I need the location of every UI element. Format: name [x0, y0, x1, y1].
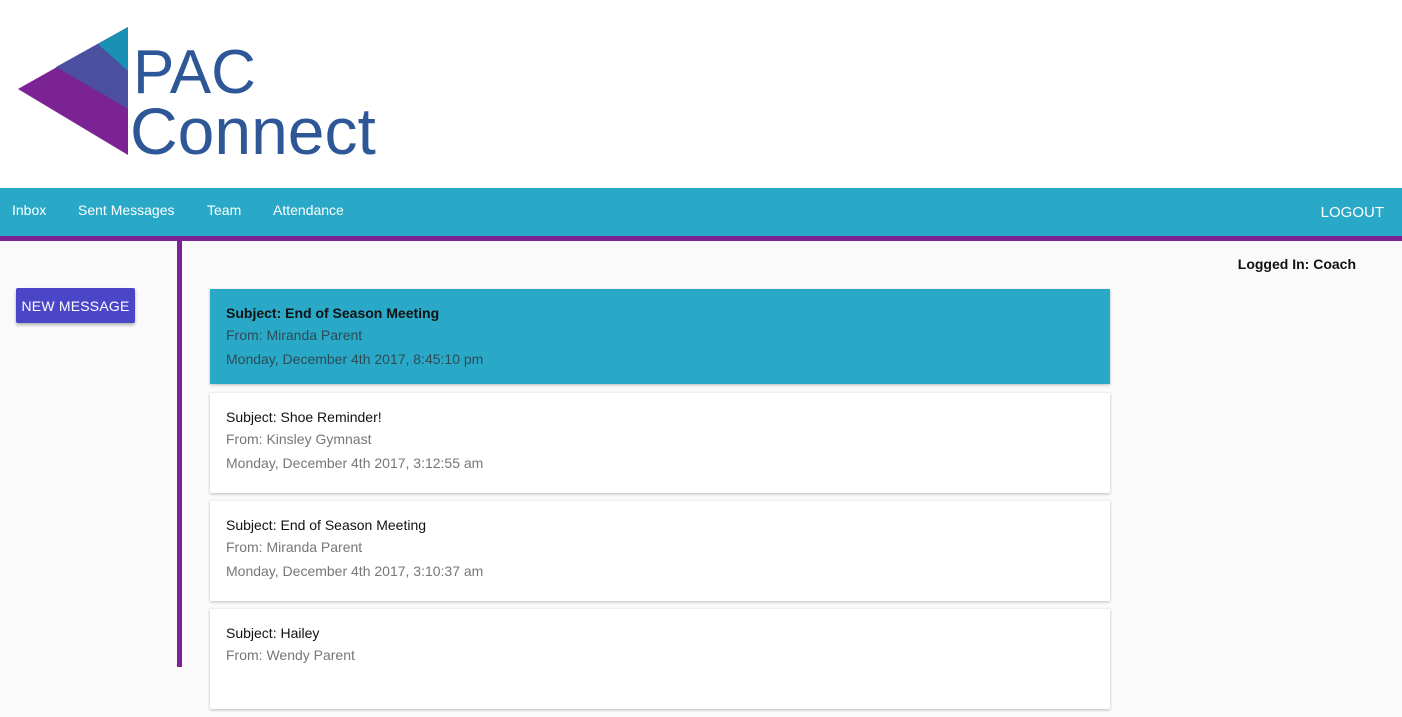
new-message-button[interactable]: NEW MESSAGE	[16, 288, 135, 323]
message-date: Monday, December 4th 2017, 3:12:55 am	[226, 455, 484, 471]
message-date: Monday, December 4th 2017, 8:45:10 pm	[226, 351, 484, 367]
nav-inbox[interactable]: Inbox	[12, 202, 46, 218]
nav-sent-messages[interactable]: Sent Messages	[78, 202, 175, 218]
top-nav: Inbox Sent Messages Team Attendance LOGO…	[0, 188, 1402, 236]
message-item[interactable]: Subject: Shoe Reminder! From: Kinsley Gy…	[210, 393, 1110, 493]
nav-team[interactable]: Team	[207, 202, 241, 218]
message-sender: From: Kinsley Gymnast	[226, 431, 372, 447]
header: PAC Connect	[0, 0, 1402, 188]
logged-in-status: Logged In: Coach	[1237, 256, 1356, 272]
message-item[interactable]: Subject: End of Season Meeting From: Mir…	[210, 289, 1110, 384]
nav-border	[0, 236, 1402, 241]
message-date: Monday, December 4th 2017, 3:10:37 am	[226, 563, 484, 579]
message-item[interactable]: Subject: End of Season Meeting From: Mir…	[210, 501, 1110, 601]
pac-connect-logo[interactable]: PAC Connect	[18, 27, 438, 168]
logout-button[interactable]: LOGOUT	[1321, 204, 1384, 221]
message-subject: Subject: Shoe Reminder!	[226, 409, 382, 425]
message-sender: From: Miranda Parent	[226, 327, 363, 343]
sidebar-divider	[177, 241, 182, 667]
message-subject: Subject: End of Season Meeting	[226, 305, 440, 321]
nav-attendance[interactable]: Attendance	[273, 202, 344, 218]
message-item[interactable]: Subject: Hailey From: Wendy Parent	[210, 609, 1110, 709]
message-list: Subject: End of Season Meeting From: Mir…	[210, 289, 1110, 717]
message-subject: Subject: Hailey	[226, 625, 320, 641]
message-sender: From: Miranda Parent	[226, 539, 363, 555]
logo-text-connect: Connect	[130, 94, 376, 159]
message-sender: From: Wendy Parent	[226, 647, 355, 663]
message-subject: Subject: End of Season Meeting	[226, 517, 427, 533]
